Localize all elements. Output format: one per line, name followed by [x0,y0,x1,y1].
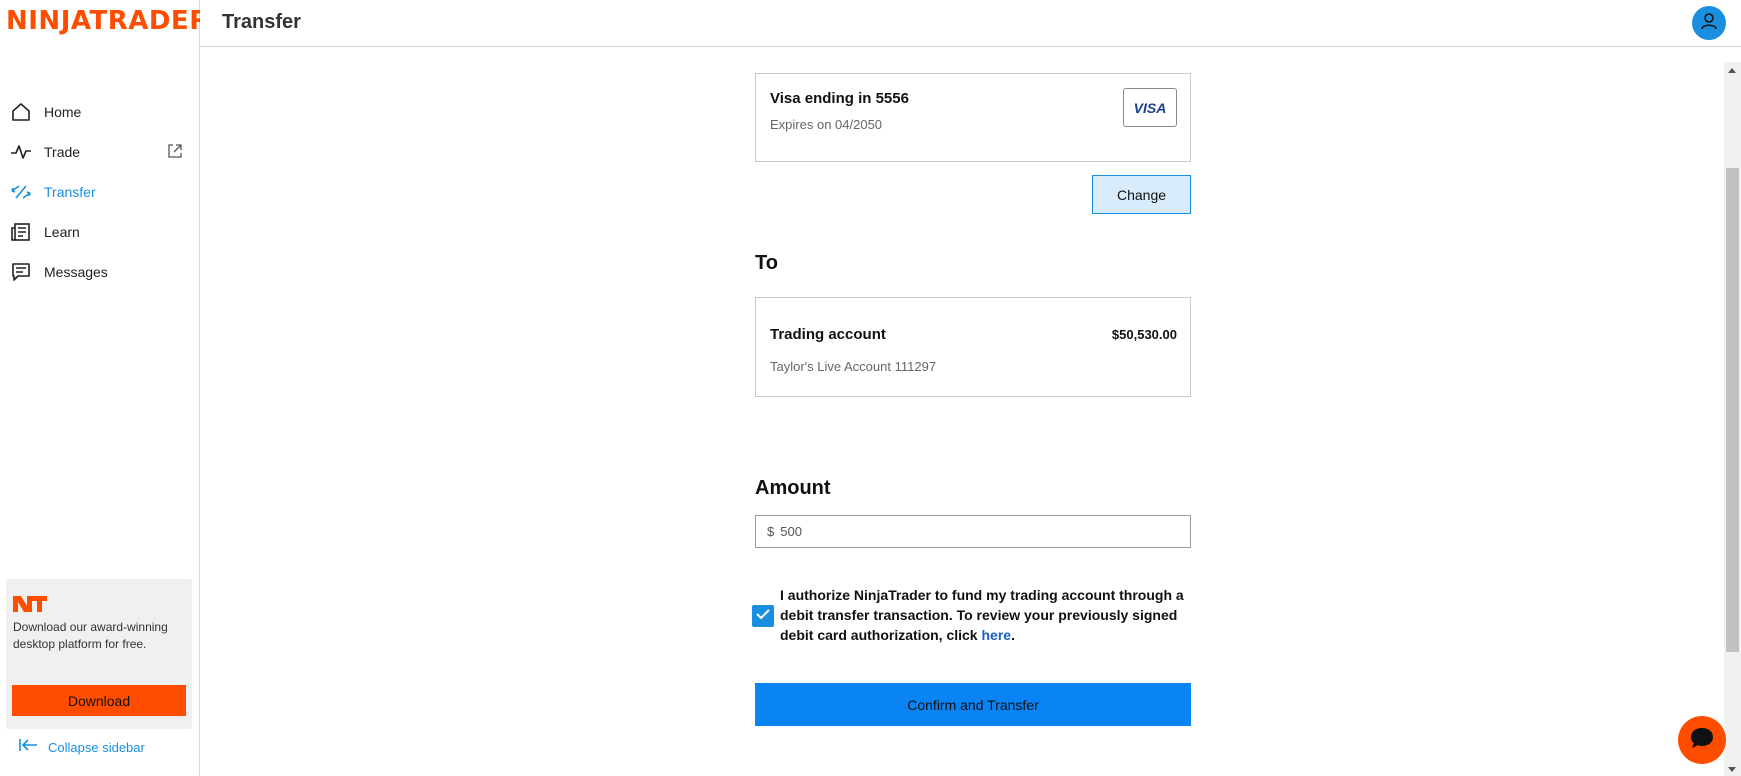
scroll-down-arrow-icon[interactable] [1728,767,1736,772]
message-icon [10,261,32,283]
to-card[interactable]: Trading account $50,530.00 Taylor's Live… [755,297,1191,397]
nt-logo-icon [12,593,48,615]
amount-field[interactable]: $ [755,515,1191,548]
promo-text: Download our award-winning desktop platf… [13,620,168,651]
account-detail: Taylor's Live Account 111297 [770,359,937,374]
sidebar-item-messages[interactable]: Messages [0,252,199,292]
top-header: Transfer [200,0,1741,47]
sidebar-item-transfer[interactable]: Transfer [0,172,199,212]
currency-symbol: $ [767,524,775,539]
chat-bubble-icon [1689,726,1715,755]
sidebar-nav: Home Trade Transfer Learn Messages [0,92,199,292]
visa-logo-icon: VISA [1123,88,1177,127]
sidebar-item-label: Transfer [44,184,96,200]
from-card: Visa ending in 5556 Expires on 04/2050 V… [755,73,1191,162]
transfer-arrows-icon [10,181,32,203]
scroll-up-arrow-icon[interactable] [1728,68,1736,73]
user-icon [1699,11,1719,36]
sidebar-item-label: Trade [44,144,81,160]
authorization-text: I authorize NinjaTrader to fund my tradi… [780,585,1190,645]
sidebar-item-home[interactable]: Home [0,92,199,132]
collapse-sidebar-button[interactable]: Collapse sidebar [18,738,145,757]
scrollbar-thumb[interactable] [1726,168,1739,652]
home-icon [10,101,32,123]
user-avatar-button[interactable] [1692,6,1726,40]
sidebar-item-label: Home [44,104,82,120]
chat-button[interactable] [1678,716,1726,764]
download-promo: Download our award-winning desktop platf… [6,579,192,729]
page-title: Transfer [222,11,301,33]
confirm-transfer-button[interactable]: Confirm and Transfer [755,683,1191,726]
authorization-link[interactable]: here [981,627,1011,643]
authorization-checkbox[interactable] [752,605,774,627]
account-name: Trading account [770,326,886,343]
ninjatrader-logo[interactable]: NINJATRADER [6,6,210,36]
newspaper-icon [10,221,32,243]
external-link-icon[interactable] [167,143,185,161]
to-heading: To [755,252,778,274]
page-scrollbar[interactable] [1724,62,1741,776]
card-expiry: Expires on 04/2050 [770,117,883,132]
sidebar: NINJATRADER Home Trade Transfer Learn Me… [0,0,209,776]
amount-input[interactable] [780,524,1161,539]
sidebar-item-label: Learn [44,224,80,240]
authorization-suffix: . [1011,627,1015,643]
sidebar-item-learn[interactable]: Learn [0,212,199,252]
sidebar-item-label: Messages [44,264,108,280]
download-button[interactable]: Download [12,685,186,716]
pulse-icon [10,141,32,163]
card-title: Visa ending in 5556 [770,90,909,107]
collapse-sidebar-label: Collapse sidebar [48,740,145,755]
sidebar-item-trade[interactable]: Trade [0,132,199,172]
change-button[interactable]: Change [1092,175,1191,214]
collapse-arrow-icon [18,738,38,757]
checkmark-icon [756,607,770,625]
amount-heading: Amount [755,477,831,499]
account-balance: $50,530.00 [1111,327,1177,342]
